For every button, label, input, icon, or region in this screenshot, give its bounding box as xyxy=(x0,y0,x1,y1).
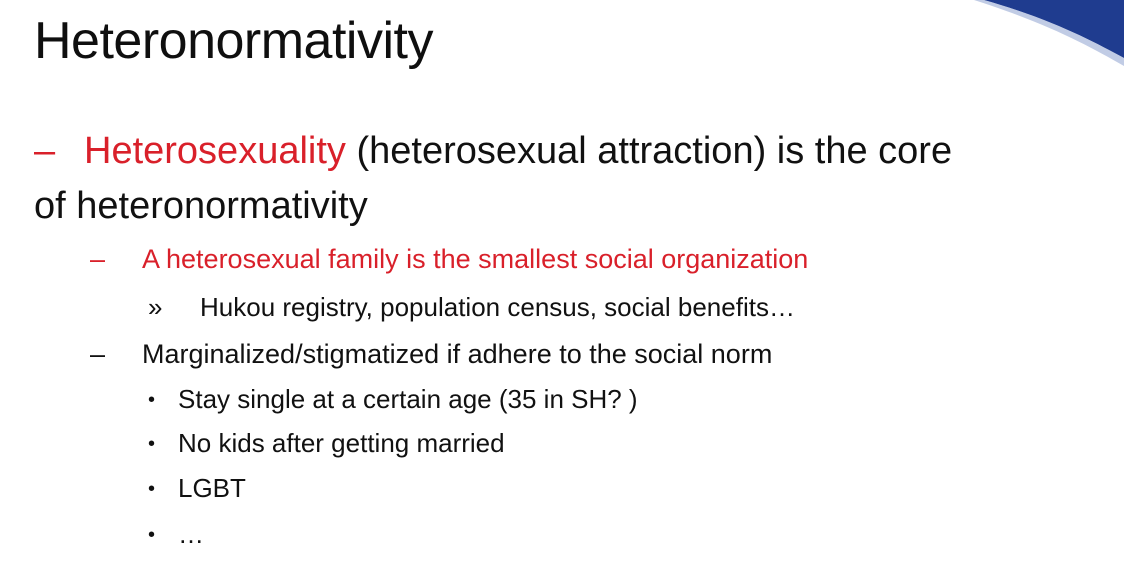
list-item: •… xyxy=(148,516,204,553)
list-item-text: No kids after getting married xyxy=(178,428,505,458)
level1-marker: – xyxy=(34,130,56,172)
level2-bullet-family: – A heterosexual family is the smallest s… xyxy=(90,241,808,277)
level1-text: (heterosexual attraction) is the core xyxy=(345,130,953,172)
bullet-marker: • xyxy=(148,389,156,411)
level2-marker: – xyxy=(90,244,106,274)
level3-bullet-hukou: » Hukou registry, population census, soci… xyxy=(148,289,795,325)
list-item: • Stay single at a certain age (35 in SH?… xyxy=(148,381,638,418)
bullet-marker: • xyxy=(148,433,156,455)
list-item-text: LGBT xyxy=(178,473,246,503)
slide-title: Heteronormativity xyxy=(34,12,433,70)
corner-swoosh-decoration xyxy=(974,0,1124,66)
level3-marker: » xyxy=(148,292,163,322)
slide: Heteronormativity – Heterosexuality (hete… xyxy=(0,0,1124,563)
bullet-marker: • xyxy=(148,478,156,500)
list-item-text: … xyxy=(178,519,204,549)
level1-highlight: Heterosexuality xyxy=(84,130,346,172)
level2-text: Marginalized/stigmatized if adhere to th… xyxy=(142,339,773,369)
list-item-text: Stay single at a certain age (35 in SH? … xyxy=(178,384,638,414)
level1-bullet: – Heterosexuality (heterosexual attractio… xyxy=(34,128,952,174)
list-item: • No kids after getting married xyxy=(148,425,505,462)
level2-text: A heterosexual family is the smallest so… xyxy=(142,244,809,274)
level2-marker: – xyxy=(90,339,106,369)
bullet-marker: • xyxy=(148,524,156,546)
level3-text: Hukou registry, population census, socia… xyxy=(200,292,795,322)
level1-continuation: of heteronormativity xyxy=(34,185,368,227)
list-item: • LGBT xyxy=(148,470,246,507)
level2-bullet-marginalized: – Marginalized/stigmatized if adhere to t… xyxy=(90,336,772,372)
